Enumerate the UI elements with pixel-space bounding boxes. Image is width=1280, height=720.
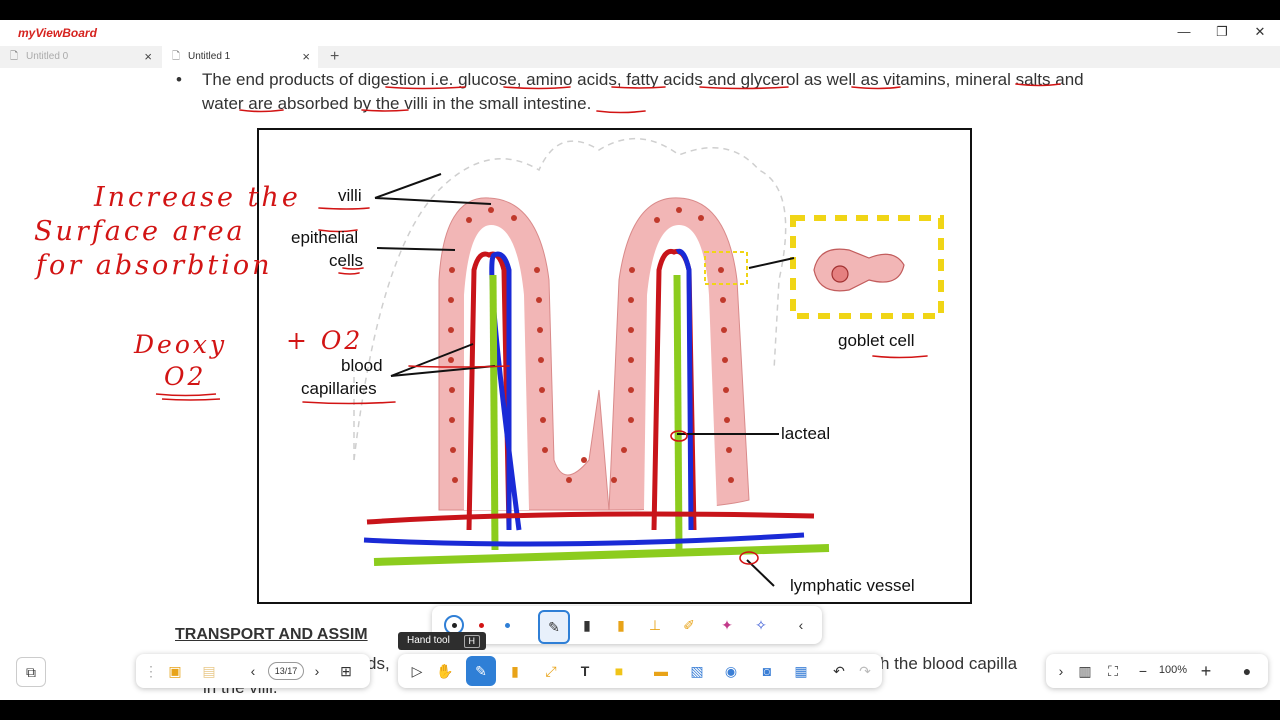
title-bar: myViewBoard — ❐ ✕ (0, 20, 1280, 46)
zoom-out-button[interactable]: − (1130, 658, 1156, 684)
pen-toolbar: ✎ ▮ ▮ ⊥ ✐ ✦ ✧ ‹ (432, 606, 822, 644)
label-lymphatic-vessel: lymphatic vessel (790, 576, 915, 595)
hand-tool-icon[interactable]: ✋ (432, 658, 458, 684)
undo-icon[interactable]: ↶ (826, 658, 852, 684)
zoom-level[interactable]: 100% (1156, 664, 1190, 676)
add-page-button[interactable]: ⊞ (333, 658, 359, 684)
page-indicator[interactable]: 13/17 (268, 662, 304, 680)
tab-untitled-1[interactable]: 🗋 Untitled 1 × (162, 46, 318, 68)
pen-tool-icon[interactable]: ✎ (538, 610, 570, 644)
image-insert-icon[interactable]: ▧ (684, 658, 710, 684)
brush-icon[interactable]: ✐ (676, 612, 702, 638)
sticky-note-icon[interactable]: ■ (606, 658, 632, 684)
user-account-icon[interactable]: ● (1234, 658, 1260, 684)
close-window-button[interactable]: ✕ (1250, 24, 1270, 40)
stamp-icon[interactable]: ⊥ (642, 612, 668, 638)
tab-bar: 🗋 Untitled 0 × 🗋 Untitled 1 × + (0, 46, 1280, 68)
handwriting-plus-o2: + O2 (286, 326, 364, 355)
eraser-icon[interactable]: ▮ (502, 658, 528, 684)
tooltip-label: Hand tool (407, 635, 450, 646)
highlighter-icon[interactable]: ▮ (608, 612, 634, 638)
collapse-chevron-icon[interactable]: ‹ (788, 612, 814, 638)
document-icon: 🗋 (172, 51, 181, 62)
tab-untitled-0[interactable]: 🗋 Untitled 0 × (0, 46, 160, 68)
web-browser-icon[interactable]: ◉ (718, 658, 744, 684)
handwriting-o2: O2 (164, 362, 207, 391)
next-page-button[interactable]: › (304, 658, 330, 684)
villi-diagram: villi epithelial cells blood capillaries… (257, 128, 972, 604)
apps-grid-icon[interactable]: ▦ (788, 658, 814, 684)
clipboard-icon[interactable]: ▤ (196, 658, 222, 684)
new-tab-button[interactable]: + (330, 46, 339, 68)
marker-icon[interactable]: ▮ (574, 612, 600, 638)
paragraph-text-end: h the blood capilla (880, 654, 1018, 673)
view-toolbar: › ▥ ⛶ − 100% + ● (1046, 654, 1268, 688)
label-villi: villi (338, 186, 362, 205)
select-cursor-icon[interactable]: ▷ (404, 658, 430, 684)
label-lacteal: lacteal (781, 424, 831, 443)
pen-active-icon[interactable]: ✎ (466, 656, 496, 686)
text-tool-icon[interactable]: T (572, 658, 598, 684)
paragraph-text-start: ds, (367, 654, 390, 673)
zoom-in-button[interactable]: + (1193, 658, 1219, 684)
prev-page-button[interactable]: ‹ (240, 658, 266, 684)
close-tab-icon[interactable]: × (302, 46, 310, 68)
main-toolbar: ▷ ✋ ✎ ▮ ⤢ T ■ ▬ ▧ ◉ ◙ ▦ ↶ ↷ (398, 654, 882, 688)
handwriting-underline (155, 393, 221, 401)
color-blue-button[interactable] (494, 612, 520, 638)
minimize-button[interactable]: — (1174, 24, 1194, 39)
folder-icon[interactable]: ▬ (648, 658, 674, 684)
tab-label: Untitled 1 (188, 51, 231, 62)
ai-pen-icon[interactable]: ✧ (748, 612, 774, 638)
section-heading: TRANSPORT AND ASSIM (175, 626, 368, 643)
label-cells: cells (329, 251, 364, 270)
redo-icon[interactable]: ↷ (852, 658, 878, 684)
magic-pen-icon[interactable]: ✦ (714, 612, 740, 638)
page-toolbar: ⋮ ▣ ▤ ‹ 13/17 › ⊞ (136, 654, 370, 688)
tooltip-shortcut: H (463, 635, 480, 648)
document-icon: 🗋 (10, 51, 19, 62)
text-underline-annotations (239, 83, 1061, 114)
handwriting-deoxy: Deoxy (134, 330, 228, 359)
handwriting-for-absorbtion: for absorbtion (36, 250, 273, 281)
shape-icon[interactable]: ⤢ (538, 658, 564, 684)
camera-icon[interactable]: ◙ (754, 658, 780, 684)
map-icon[interactable]: ▥ (1072, 658, 1098, 684)
handwriting-increase: Increase the (94, 182, 301, 213)
expand-chevron-icon[interactable]: › (1048, 658, 1074, 684)
close-tab-icon[interactable]: × (144, 46, 152, 68)
fit-screen-icon[interactable]: ⛶ (1100, 658, 1126, 684)
app-logo: myViewBoard (18, 26, 97, 40)
handwriting-surface-area: Surface area (34, 216, 246, 247)
drag-handle-icon[interactable]: ⋮ (138, 658, 164, 684)
label-epithelial: epithelial (291, 228, 359, 247)
tab-label: Untitled 0 (26, 51, 69, 62)
hand-tool-tooltip: Hand tool H (398, 632, 486, 650)
presentation-icon[interactable]: ▣ (162, 658, 188, 684)
screen-capture-icon[interactable]: ⧉ (16, 657, 46, 687)
label-goblet-cell: goblet cell (838, 331, 915, 350)
label-blood: blood (341, 356, 383, 375)
label-capillaries: capillaries (301, 379, 377, 398)
restore-button[interactable]: ❐ (1212, 24, 1232, 40)
